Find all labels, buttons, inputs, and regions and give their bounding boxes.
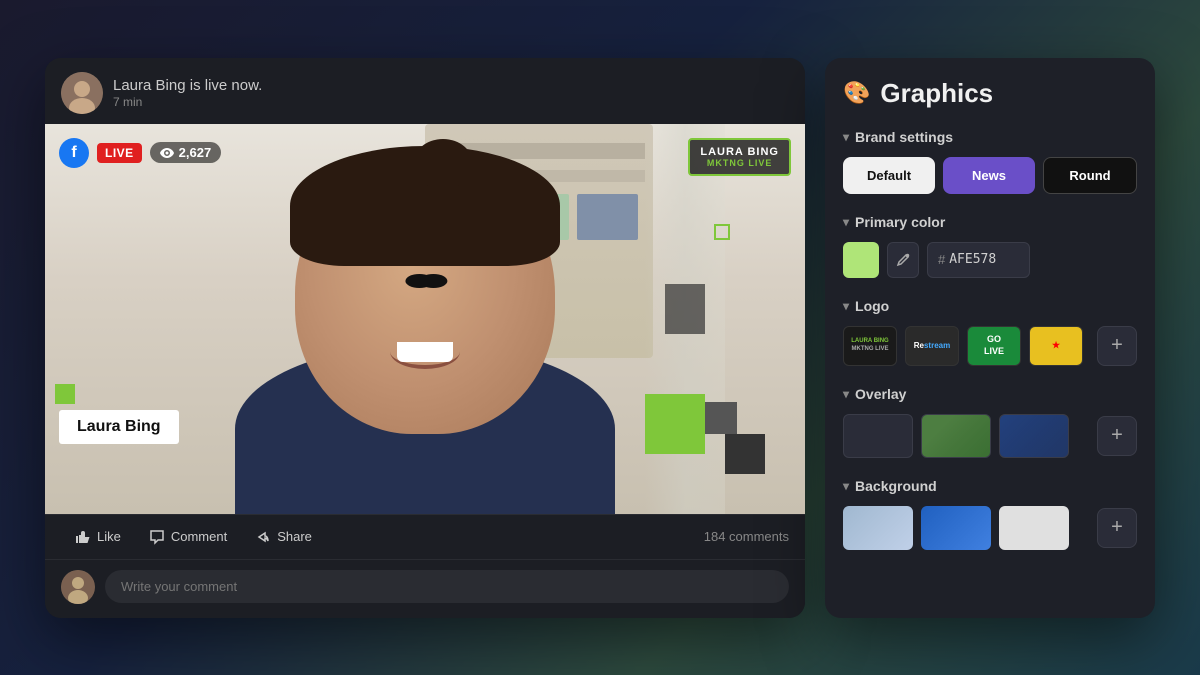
hex-hash: # bbox=[938, 252, 945, 267]
logo-header[interactable]: ▾ Logo bbox=[843, 298, 1137, 314]
palette-icon: 🎨 bbox=[843, 80, 870, 106]
gfx-square-green-outline bbox=[714, 224, 730, 240]
post-panel: Laura Bing is live now. 7 min bbox=[45, 58, 805, 618]
hex-input[interactable] bbox=[949, 252, 1019, 267]
logo-item-2[interactable]: Restream bbox=[905, 326, 959, 366]
comment-input[interactable] bbox=[105, 570, 789, 603]
comment-area bbox=[45, 560, 805, 618]
overlay-item-2[interactable] bbox=[921, 414, 991, 458]
overlay-header[interactable]: ▾ Overlay bbox=[843, 386, 1137, 402]
name-lower-third: Laura Bing bbox=[59, 410, 179, 444]
panel-title: Graphics bbox=[880, 78, 993, 109]
gfx-square-green-small bbox=[55, 384, 75, 404]
eyedropper-button[interactable] bbox=[887, 242, 919, 278]
background-row: + bbox=[843, 506, 1137, 550]
post-username: Laura Bing is live now. bbox=[113, 77, 789, 94]
color-swatch[interactable] bbox=[843, 242, 879, 278]
post-meta: Laura Bing is live now. 7 min bbox=[113, 77, 789, 109]
logo-add-button[interactable]: + bbox=[1097, 326, 1137, 366]
post-avatar bbox=[61, 72, 103, 114]
comment-count: 184 comments bbox=[704, 529, 789, 544]
panel-title-row: 🎨 Graphics bbox=[843, 78, 1137, 109]
brand-buttons: Default News Round bbox=[843, 157, 1137, 194]
post-actions: Like Comment Share 184 comments bbox=[45, 514, 805, 560]
brand-round-button[interactable]: Round bbox=[1043, 157, 1137, 194]
overlay-chevron-icon: ▾ bbox=[843, 387, 849, 401]
primary-color-header[interactable]: ▾ Primary color bbox=[843, 214, 1137, 230]
overlay-item-3[interactable] bbox=[999, 414, 1069, 458]
background-header[interactable]: ▾ Background bbox=[843, 478, 1137, 494]
logo-row: LAURA BINGMKTNG LIVE Restream GOLIVE ★ + bbox=[843, 326, 1137, 366]
background-item-2[interactable] bbox=[921, 506, 991, 550]
post-header: Laura Bing is live now. 7 min bbox=[45, 58, 805, 124]
background-add-button[interactable]: + bbox=[1097, 508, 1137, 548]
brand-chevron-icon: ▾ bbox=[843, 130, 849, 144]
viewer-count: 2,627 bbox=[150, 142, 222, 163]
logo-section: ▾ Logo LAURA BINGMKTNG LIVE Restream GOL… bbox=[843, 298, 1137, 366]
overlay-item-1[interactable] bbox=[843, 414, 913, 458]
video-container: f LIVE 2,627 LAURA BING MKTNG LIVE Laura… bbox=[45, 124, 805, 514]
overlay-section: ▾ Overlay + bbox=[843, 386, 1137, 458]
background-chevron-icon: ▾ bbox=[843, 479, 849, 493]
color-row: # bbox=[843, 242, 1137, 278]
graphics-panel: 🎨 Graphics ▾ Brand settings Default News… bbox=[825, 58, 1155, 618]
background-section: ▾ Background + bbox=[843, 478, 1137, 550]
gfx-square-dark-small bbox=[725, 434, 765, 474]
gfx-square-green-large bbox=[645, 394, 705, 454]
commenter-avatar bbox=[61, 570, 95, 604]
overlay-row: + bbox=[843, 414, 1137, 458]
share-button[interactable]: Share bbox=[241, 523, 326, 551]
overlay-add-button[interactable]: + bbox=[1097, 416, 1137, 456]
gfx-square-dark-medium bbox=[705, 402, 737, 434]
video-logo-overlay: LAURA BING MKTNG LIVE bbox=[688, 138, 791, 176]
logo-item-1[interactable]: LAURA BINGMKTNG LIVE bbox=[843, 326, 897, 366]
hex-input-wrap: # bbox=[927, 242, 1030, 278]
brand-default-button[interactable]: Default bbox=[843, 157, 935, 194]
brand-settings-section: ▾ Brand settings Default News Round bbox=[843, 129, 1137, 194]
gfx-square-dark-tall bbox=[665, 284, 705, 334]
logo-item-4[interactable]: ★ bbox=[1029, 326, 1083, 366]
live-bar: f LIVE 2,627 bbox=[59, 138, 221, 168]
live-badge: LIVE bbox=[97, 143, 142, 163]
like-button[interactable]: Like bbox=[61, 523, 135, 551]
background-item-3[interactable] bbox=[999, 506, 1069, 550]
color-chevron-icon: ▾ bbox=[843, 215, 849, 229]
primary-color-section: ▾ Primary color # bbox=[843, 214, 1137, 278]
background-item-1[interactable] bbox=[843, 506, 913, 550]
facebook-icon: f bbox=[59, 138, 89, 168]
logo-chevron-icon: ▾ bbox=[843, 299, 849, 313]
post-time: 7 min bbox=[113, 95, 789, 109]
brand-settings-header[interactable]: ▾ Brand settings bbox=[843, 129, 1137, 145]
logo-item-3[interactable]: GOLIVE bbox=[967, 326, 1021, 366]
brand-news-button[interactable]: News bbox=[943, 157, 1035, 194]
comment-button[interactable]: Comment bbox=[135, 523, 241, 551]
